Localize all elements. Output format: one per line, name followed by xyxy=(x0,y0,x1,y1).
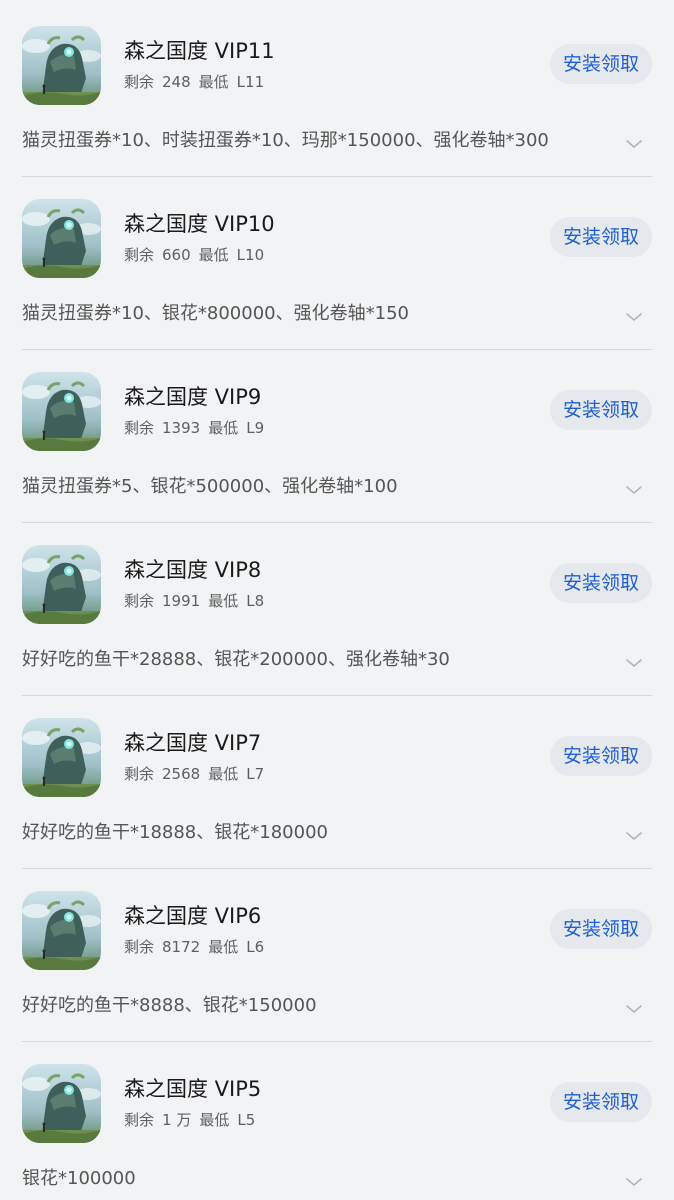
gift-meta: 剩余 660 最低 L10 xyxy=(124,244,272,266)
min-level: L10 xyxy=(236,246,265,264)
remaining-label: 剩余 xyxy=(124,765,155,783)
chevron-down-icon[interactable] xyxy=(624,829,644,843)
gift-description: 好好吃的鱼干*18888、银花*180000 xyxy=(22,822,328,843)
min-level: L8 xyxy=(246,592,265,610)
remaining-count: 660 xyxy=(162,246,191,264)
min-label: 最低 xyxy=(208,765,239,783)
install-claim-button[interactable]: 安装领取 xyxy=(550,909,652,949)
remaining-count: 1 万 xyxy=(162,1111,192,1129)
min-level: L9 xyxy=(246,419,265,437)
gift-meta: 剩余 248 最低 L11 xyxy=(124,71,272,93)
gift-description: 猫灵扭蛋券*5、银花*500000、强化卷轴*100 xyxy=(22,476,398,497)
gift-meta: 剩余 1393 最低 L9 xyxy=(124,417,272,439)
game-icon xyxy=(22,1064,101,1143)
remaining-count: 2568 xyxy=(162,765,201,783)
gift-title: 森之国度 VIP5 xyxy=(124,1077,262,1101)
remaining-count: 1991 xyxy=(162,592,201,610)
min-label: 最低 xyxy=(199,1111,230,1129)
gift-title: 森之国度 VIP9 xyxy=(124,385,262,409)
install-claim-button[interactable]: 安装领取 xyxy=(550,1082,652,1122)
install-claim-button[interactable]: 安装领取 xyxy=(550,736,652,776)
remaining-label: 剩余 xyxy=(124,938,155,956)
min-level: L5 xyxy=(237,1111,256,1129)
game-icon xyxy=(22,26,101,105)
chevron-down-icon[interactable] xyxy=(624,1175,644,1189)
gift-item[interactable]: 森之国度 VIP11 剩余 248 最低 L11 安装领取猫灵扭蛋券*10、时装扭蛋券*1… xyxy=(0,0,674,177)
gift-description: 猫灵扭蛋券*10、银花*800000、强化卷轴*150 xyxy=(22,303,409,324)
min-label: 最低 xyxy=(198,246,229,264)
min-level: L7 xyxy=(246,765,265,783)
chevron-down-icon[interactable] xyxy=(624,1002,644,1016)
gift-item[interactable]: 森之国度 VIP10 剩余 660 最低 L10 安装领取猫灵扭蛋券*10、银花*8000… xyxy=(0,173,674,350)
chevron-down-icon[interactable] xyxy=(624,656,644,670)
gift-title: 森之国度 VIP6 xyxy=(124,904,262,928)
gift-description: 猫灵扭蛋券*10、时装扭蛋券*10、玛那*150000、强化卷轴*300 xyxy=(22,130,549,151)
game-icon xyxy=(22,718,101,797)
gift-item[interactable]: 森之国度 VIP6 剩余 8172 最低 L6 安装领取好好吃的鱼干*8888、银花*15… xyxy=(0,865,674,1042)
remaining-label: 剩余 xyxy=(124,419,155,437)
install-claim-button[interactable]: 安装领取 xyxy=(550,44,652,84)
gift-description: 好好吃的鱼干*28888、银花*200000、强化卷轴*30 xyxy=(22,649,450,670)
min-label: 最低 xyxy=(198,73,229,91)
gift-list: 森之国度 VIP11 剩余 248 最低 L11 安装领取 猫灵扭蛋券*10、时装扭蛋券*1… xyxy=(0,0,674,1200)
game-icon xyxy=(22,545,101,624)
chevron-down-icon[interactable] xyxy=(624,483,644,497)
min-level: L11 xyxy=(236,73,265,91)
min-label: 最低 xyxy=(208,938,239,956)
install-claim-button[interactable]: 安装领取 xyxy=(550,217,652,257)
remaining-label: 剩余 xyxy=(124,73,155,91)
min-label: 最低 xyxy=(208,419,239,437)
gift-title: 森之国度 VIP11 xyxy=(124,39,275,63)
chevron-down-icon[interactable] xyxy=(624,137,644,151)
gift-description: 银花*100000 xyxy=(22,1168,136,1189)
gift-title: 森之国度 VIP8 xyxy=(124,558,262,582)
install-claim-button[interactable]: 安装领取 xyxy=(550,563,652,603)
remaining-count: 1393 xyxy=(162,419,201,437)
min-label: 最低 xyxy=(208,592,239,610)
gift-item[interactable]: 森之国度 VIP5 剩余 1 万最低 L5 安装领取银花*100000 xyxy=(0,1038,674,1200)
game-icon xyxy=(22,199,101,278)
gift-item[interactable]: 森之国度 VIP7 剩余 2568 最低 L7 安装领取好好吃的鱼干*18888、银花*1… xyxy=(0,692,674,869)
gift-description: 好好吃的鱼干*8888、银花*150000 xyxy=(22,995,317,1016)
gift-meta: 剩余 1 万最低 L5 xyxy=(124,1109,263,1131)
gift-meta: 剩余 8172 最低 L6 xyxy=(124,936,272,958)
gift-item[interactable]: 森之国度 VIP8 剩余 1991 最低 L8 安装领取好好吃的鱼干*28888、银花*2… xyxy=(0,519,674,696)
remaining-count: 248 xyxy=(162,73,191,91)
gift-title: 森之国度 VIP7 xyxy=(124,731,262,755)
min-level: L6 xyxy=(246,938,265,956)
gift-meta: 剩余 2568 最低 L7 xyxy=(124,763,272,785)
gift-item[interactable]: 森之国度 VIP9 剩余 1393 最低 L9 安装领取猫灵扭蛋券*5、银花*500000… xyxy=(0,346,674,523)
install-claim-button[interactable]: 安装领取 xyxy=(550,390,652,430)
remaining-label: 剩余 xyxy=(124,592,155,610)
game-icon xyxy=(22,372,101,451)
gift-meta: 剩余 1991 最低 L8 xyxy=(124,590,272,612)
remaining-label: 剩余 xyxy=(124,1111,155,1129)
remaining-count: 8172 xyxy=(162,938,201,956)
chevron-down-icon[interactable] xyxy=(624,310,644,324)
gift-title: 森之国度 VIP10 xyxy=(124,212,275,236)
game-icon xyxy=(22,891,101,970)
remaining-label: 剩余 xyxy=(124,246,155,264)
